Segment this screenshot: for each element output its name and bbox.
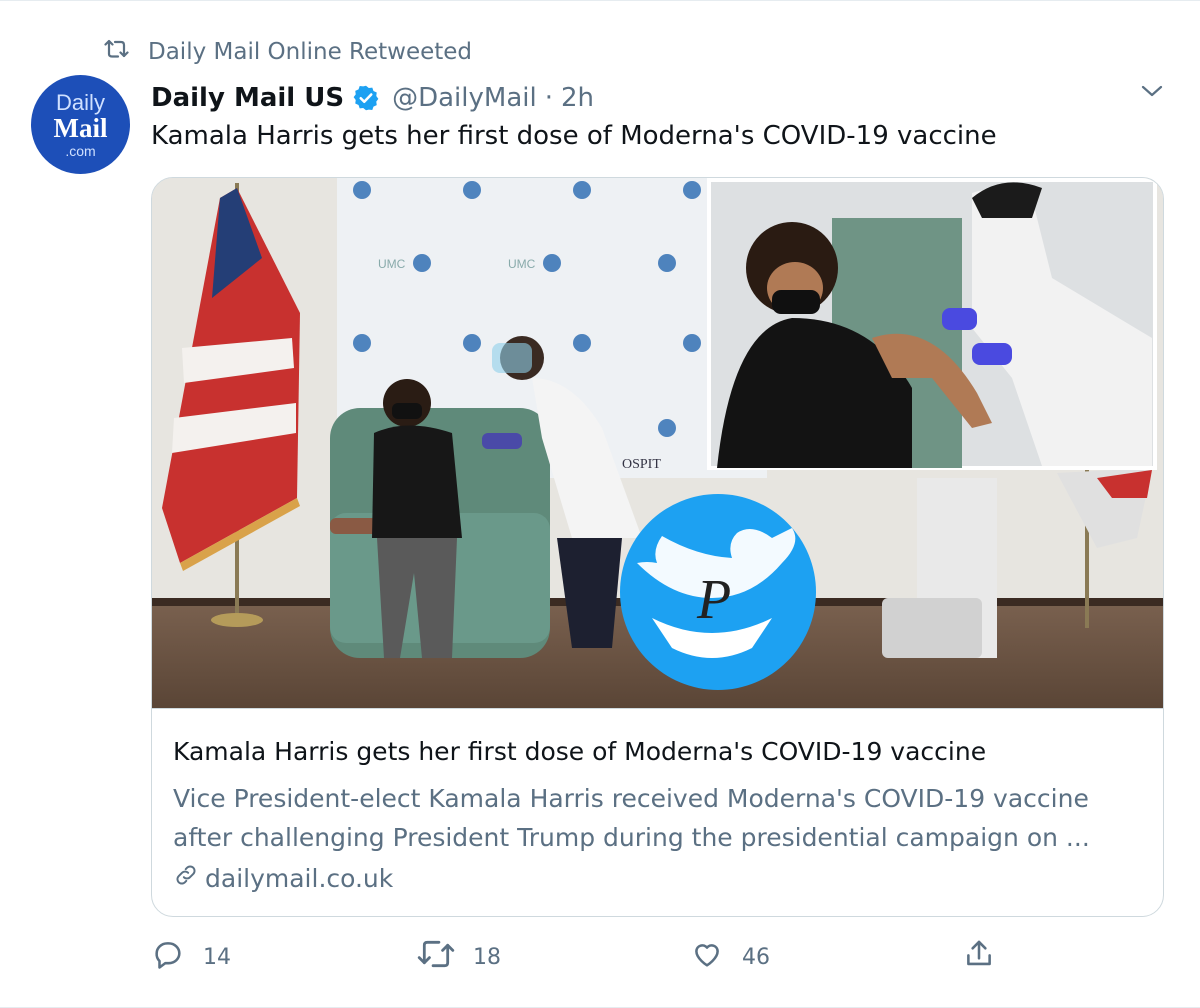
avatar-line2: Mail	[53, 112, 108, 143]
retweet-button[interactable]: 18	[417, 937, 501, 977]
retweet-context: Daily Mail Online Retweeted	[104, 37, 472, 67]
card-text[interactable]: Kamala Harris gets her first dose of Mod…	[152, 708, 1163, 916]
avatar[interactable]: Daily Mail .com	[31, 75, 130, 174]
verified-badge-icon	[352, 84, 380, 112]
like-count: 46	[742, 944, 770, 970]
display-name[interactable]: Daily Mail US	[151, 83, 344, 113]
card-description: Vice President-elect Kamala Harris recei…	[173, 779, 1153, 857]
avatar-line1: Daily	[56, 89, 105, 115]
retweet-icon	[104, 38, 130, 66]
separator-dot: ·	[544, 83, 553, 113]
card-description-line: Vice President-elect Kamala Harris recei…	[173, 784, 1089, 813]
backdrop-label-1: UMC	[378, 257, 406, 271]
card-domain-label: dailymail.co.uk	[205, 863, 394, 893]
avatar-line3: .com	[65, 142, 96, 159]
tweet[interactable]: Daily Mail Online Retweeted Daily Mail .…	[0, 0, 1200, 1008]
watermark-letter: P	[696, 569, 731, 631]
timestamp[interactable]: 2h	[561, 83, 594, 113]
reply-icon	[151, 937, 185, 977]
handle[interactable]: @DailyMail	[392, 83, 537, 113]
like-icon	[690, 937, 724, 977]
link-icon	[173, 862, 199, 894]
share-button[interactable]	[962, 937, 996, 977]
chevron-down-icon[interactable]	[1138, 79, 1166, 103]
card-photo[interactable]: UMC UMC OSPIT P	[152, 178, 1163, 708]
retweet-icon	[417, 937, 455, 977]
photo-illustration: UMC UMC OSPIT P	[152, 178, 1163, 708]
share-icon	[962, 937, 996, 977]
reply-count: 14	[203, 944, 231, 970]
retweet-context-label[interactable]: Daily Mail Online Retweeted	[148, 39, 472, 65]
retweet-count: 18	[473, 944, 501, 970]
backdrop-label-3: OSPIT	[622, 457, 661, 472]
link-card[interactable]: UMC UMC OSPIT P Kamala Harris gets her f…	[151, 177, 1164, 917]
action-bar: 14 18 46	[0, 937, 1200, 981]
card-title: Kamala Harris gets her first dose of Mod…	[173, 737, 987, 766]
tweet-header: Daily Mail US @DailyMail · 2h	[151, 79, 594, 117]
backdrop-label-2: UMC	[508, 257, 536, 271]
card-description-line: after challenging President Trump during…	[173, 823, 1090, 852]
card-domain[interactable]: dailymail.co.uk	[173, 862, 393, 894]
like-button[interactable]: 46	[690, 937, 770, 977]
reply-button[interactable]: 14	[151, 937, 231, 977]
tweet-text: Kamala Harris gets her first dose of Mod…	[151, 121, 997, 151]
